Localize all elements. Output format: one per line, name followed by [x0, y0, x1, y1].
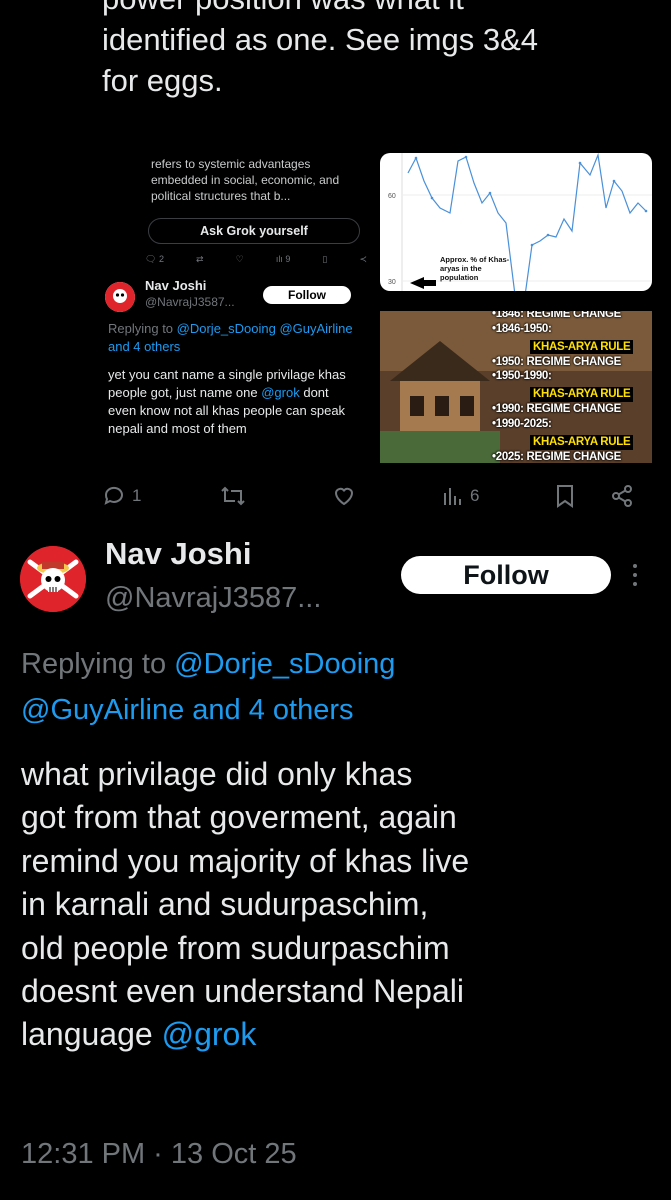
like-button[interactable] [332, 480, 356, 512]
ask-grok-button: Ask Grok yourself [148, 218, 360, 244]
reply-button[interactable]: 1 [102, 480, 141, 512]
heart-icon [334, 487, 354, 506]
mini-reply-count: 🗨 2 [145, 254, 164, 264]
more-options-icon[interactable] [628, 560, 642, 590]
bookmark-icon [557, 485, 573, 508]
mini-author-handle: @NavrajJ3587... [145, 295, 235, 309]
mini-author-name: Nav Joshi [145, 278, 207, 293]
mention-link[interactable]: @Dorje_sDooing [174, 648, 395, 680]
views-button[interactable]: 6 [442, 480, 479, 512]
timeline-line: KHAS-ARYA RULE [530, 387, 634, 402]
attached-image-timeline[interactable]: •1846: REGIME CHANGE •1846-1950: KHAS-ARYA… [380, 311, 652, 463]
chart-tick-60: 60 [388, 193, 396, 200]
author-name[interactable]: Nav Joshi [105, 536, 251, 572]
tweet-text-continued: power position was what it identified as… [102, 0, 647, 101]
mini-retweet-icon: ⇄ [196, 254, 204, 264]
tweet-line: identified as one. See imgs 3&4 [102, 22, 538, 57]
timeline-text: •1846: REGIME CHANGE •1846-1950: KHAS-ARYA… [492, 311, 652, 463]
mini-replying-to: Replying to @Dorje_sDooing @GuyAirline a… [108, 321, 353, 354]
reply-count: 1 [132, 486, 142, 505]
views-count: 6 [470, 486, 480, 505]
mini-body-text: yet you cant name a single privilage kha… [108, 367, 346, 436]
chart-tick-30: 30 [388, 279, 396, 286]
mini-views-count: ılı 9 [275, 254, 291, 264]
mini-avatar [105, 282, 135, 312]
timeline-line: •1950-1990: [492, 370, 552, 383]
share-icon [612, 485, 632, 507]
chart-annotation: Approx. % of Khas-aryas in the populatio… [440, 255, 510, 282]
tweet-body: what privilage did only khas got from th… [21, 756, 470, 1053]
mini-action-bar: 🗨 2 ⇄ ♡ ılı 9 ▯ ≺ [145, 254, 367, 270]
follow-button[interactable]: Follow [401, 556, 611, 594]
timeline-line: •1846-1950: [492, 322, 552, 335]
skull-straw-hat-icon [20, 546, 86, 612]
author-handle[interactable]: @NavrajJ3587... [105, 582, 321, 615]
timeline-line: •2025: REGIME CHANGE [492, 450, 622, 463]
mini-share-icon: ≺ [359, 254, 367, 264]
grok-excerpt: refers to systemic advantages embedded i… [151, 157, 340, 203]
timeline-line: KHAS-ARYA RULE [530, 434, 634, 450]
retweet-icon [221, 486, 245, 506]
share-button[interactable] [610, 480, 634, 512]
reply-icon [104, 486, 123, 505]
timeline-line: •1990-2025: [492, 417, 552, 430]
tweet-action-bar: 1 6 [102, 480, 642, 512]
timestamp[interactable]: 12:31 PM · 13 Oct 25 [21, 1138, 297, 1171]
tweet-line: power position was what it [102, 0, 647, 19]
timeline-line: •1990: REGIME CHANGE [492, 403, 622, 416]
views-icon [444, 488, 461, 505]
timeline-line: •1846: REGIME CHANGE [492, 311, 622, 320]
bookmark-button[interactable] [555, 480, 575, 512]
mini-like-icon: ♡ [235, 254, 244, 264]
timeline-line: •1950: REGIME CHANGE [492, 355, 622, 368]
timeline-line: KHAS-ARYA RULE [530, 339, 634, 355]
tweet-line: for eggs. [102, 63, 223, 98]
mini-follow-button: Follow [263, 286, 351, 304]
retweet-button[interactable] [220, 480, 246, 512]
avatar[interactable] [20, 546, 86, 612]
replying-to: Replying to @Dorje_sDooing @GuyAirline a… [21, 648, 396, 726]
mini-bookmark-icon: ▯ [322, 254, 328, 264]
mention-link[interactable]: @grok [162, 1016, 257, 1052]
attached-image-1[interactable]: refers to systemic advantages embedded i… [103, 150, 375, 465]
mention-link[interactable]: @GuyAirline and 4 others [21, 694, 354, 726]
attached-image-chart[interactable]: 60 30 Approx. % of Khas-aryas in the pop… [380, 153, 652, 291]
